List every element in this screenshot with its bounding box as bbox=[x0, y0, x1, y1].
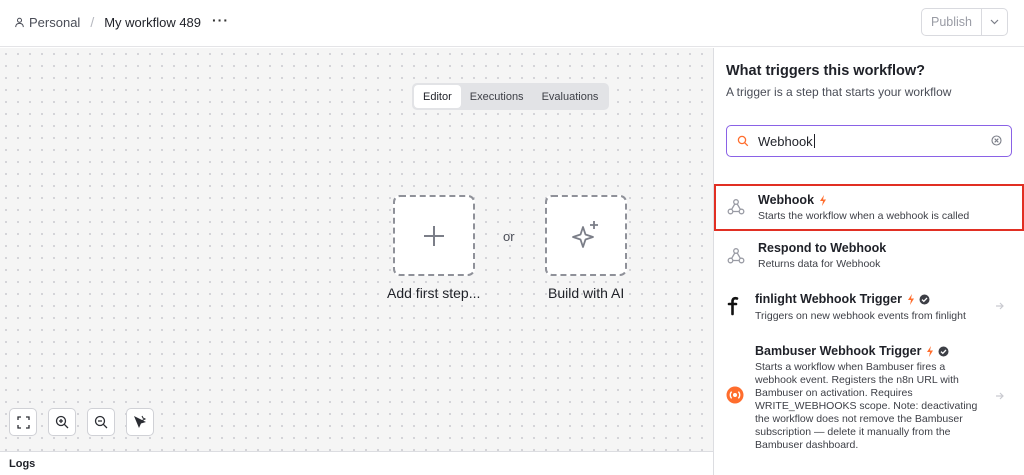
trigger-bolt-icon bbox=[820, 194, 827, 206]
more-options-button[interactable]: ··· bbox=[212, 12, 229, 28]
panel-title: What triggers this workflow? bbox=[726, 63, 925, 79]
project-name: Personal bbox=[29, 14, 81, 30]
zoom-in-button[interactable] bbox=[48, 408, 76, 436]
trigger-bolt-icon bbox=[908, 293, 914, 305]
tab-executions[interactable]: Executions bbox=[461, 85, 533, 108]
tidy-up-icon bbox=[134, 415, 147, 428]
view-tabs: Editor Executions Evaluations bbox=[412, 83, 610, 110]
clear-search-icon[interactable] bbox=[991, 135, 1002, 146]
publish-button-group: Publish bbox=[921, 8, 1008, 36]
trigger-bolt-icon bbox=[927, 345, 934, 357]
or-label: or bbox=[503, 229, 515, 244]
tab-evaluations[interactable]: Evaluations bbox=[533, 85, 608, 108]
node-description: Starts the workflow when a webhook is ca… bbox=[758, 210, 970, 222]
text-caret bbox=[813, 134, 815, 148]
node-description: Returns data for Webhook bbox=[758, 258, 881, 270]
search-value: Webhook bbox=[758, 134, 815, 149]
node-name: finlight Webhook Trigger bbox=[755, 292, 930, 306]
node-item-respond-to-webhook[interactable]: Respond to Webhook Returns data for Webh… bbox=[714, 232, 1024, 278]
build-with-ai-button[interactable] bbox=[545, 195, 627, 276]
node-name: Webhook bbox=[758, 193, 827, 207]
search-input[interactable]: Webhook bbox=[726, 125, 1012, 157]
node-item-webhook[interactable]: Webhook Starts the workflow when a webho… bbox=[714, 185, 1024, 231]
publish-button[interactable]: Publish bbox=[922, 9, 982, 35]
arrow-right-icon bbox=[996, 392, 1004, 400]
webhook-icon bbox=[727, 199, 745, 215]
sparkles-icon bbox=[572, 220, 598, 248]
node-name: Respond to Webhook bbox=[758, 241, 887, 255]
arrow-right-icon bbox=[996, 302, 1004, 310]
top-header: Personal / My workflow 489 ··· Publish bbox=[0, 0, 1024, 47]
fit-view-icon bbox=[16, 415, 30, 429]
user-icon bbox=[15, 17, 24, 27]
chevron-down-icon bbox=[990, 19, 999, 25]
project-link[interactable]: Personal bbox=[14, 15, 80, 30]
breadcrumb: Personal / My workflow 489 bbox=[14, 14, 201, 30]
node-description: Triggers on new webhook events from finl… bbox=[755, 310, 966, 322]
fit-view-button[interactable] bbox=[9, 408, 37, 436]
workflow-canvas[interactable]: Editor Executions Evaluations Add first … bbox=[0, 48, 713, 452]
trigger-panel: What triggers this workflow? A trigger i… bbox=[713, 48, 1024, 475]
finlight-logo-icon bbox=[727, 296, 739, 316]
tab-editor[interactable]: Editor bbox=[414, 85, 461, 108]
breadcrumb-separator: / bbox=[90, 14, 95, 30]
bambuser-logo-icon bbox=[726, 386, 744, 404]
add-first-step-label: Add first step... bbox=[387, 285, 481, 301]
plus-icon bbox=[424, 225, 444, 246]
add-first-step-button[interactable] bbox=[393, 195, 475, 276]
publish-dropdown-button[interactable] bbox=[982, 9, 1007, 35]
logs-bar[interactable]: Logs bbox=[0, 451, 713, 475]
workflow-name[interactable]: My workflow 489 bbox=[104, 15, 201, 30]
panel-subtitle: A trigger is a step that starts your wor… bbox=[726, 85, 952, 99]
build-with-ai-label: Build with AI bbox=[548, 285, 625, 301]
node-name: Bambuser Webhook Trigger bbox=[755, 344, 949, 358]
node-item-bambuser-webhook-trigger[interactable]: Bambuser Webhook Trigger Starts a workfl… bbox=[714, 336, 1024, 456]
node-description: Starts a workflow when Bambuser fires a … bbox=[755, 361, 978, 451]
zoom-out-icon bbox=[94, 415, 108, 429]
node-item-finlight-webhook-trigger[interactable]: finlight Webhook Trigger Triggers on new… bbox=[714, 284, 1024, 332]
verified-badge-icon bbox=[938, 346, 949, 356]
zoom-in-icon bbox=[55, 415, 69, 429]
search-icon bbox=[737, 135, 749, 147]
logs-label: Logs bbox=[9, 458, 36, 470]
verified-badge-icon bbox=[919, 294, 930, 304]
tidy-up-button[interactable] bbox=[126, 408, 154, 436]
webhook-icon bbox=[727, 248, 745, 264]
zoom-out-button[interactable] bbox=[87, 408, 115, 436]
